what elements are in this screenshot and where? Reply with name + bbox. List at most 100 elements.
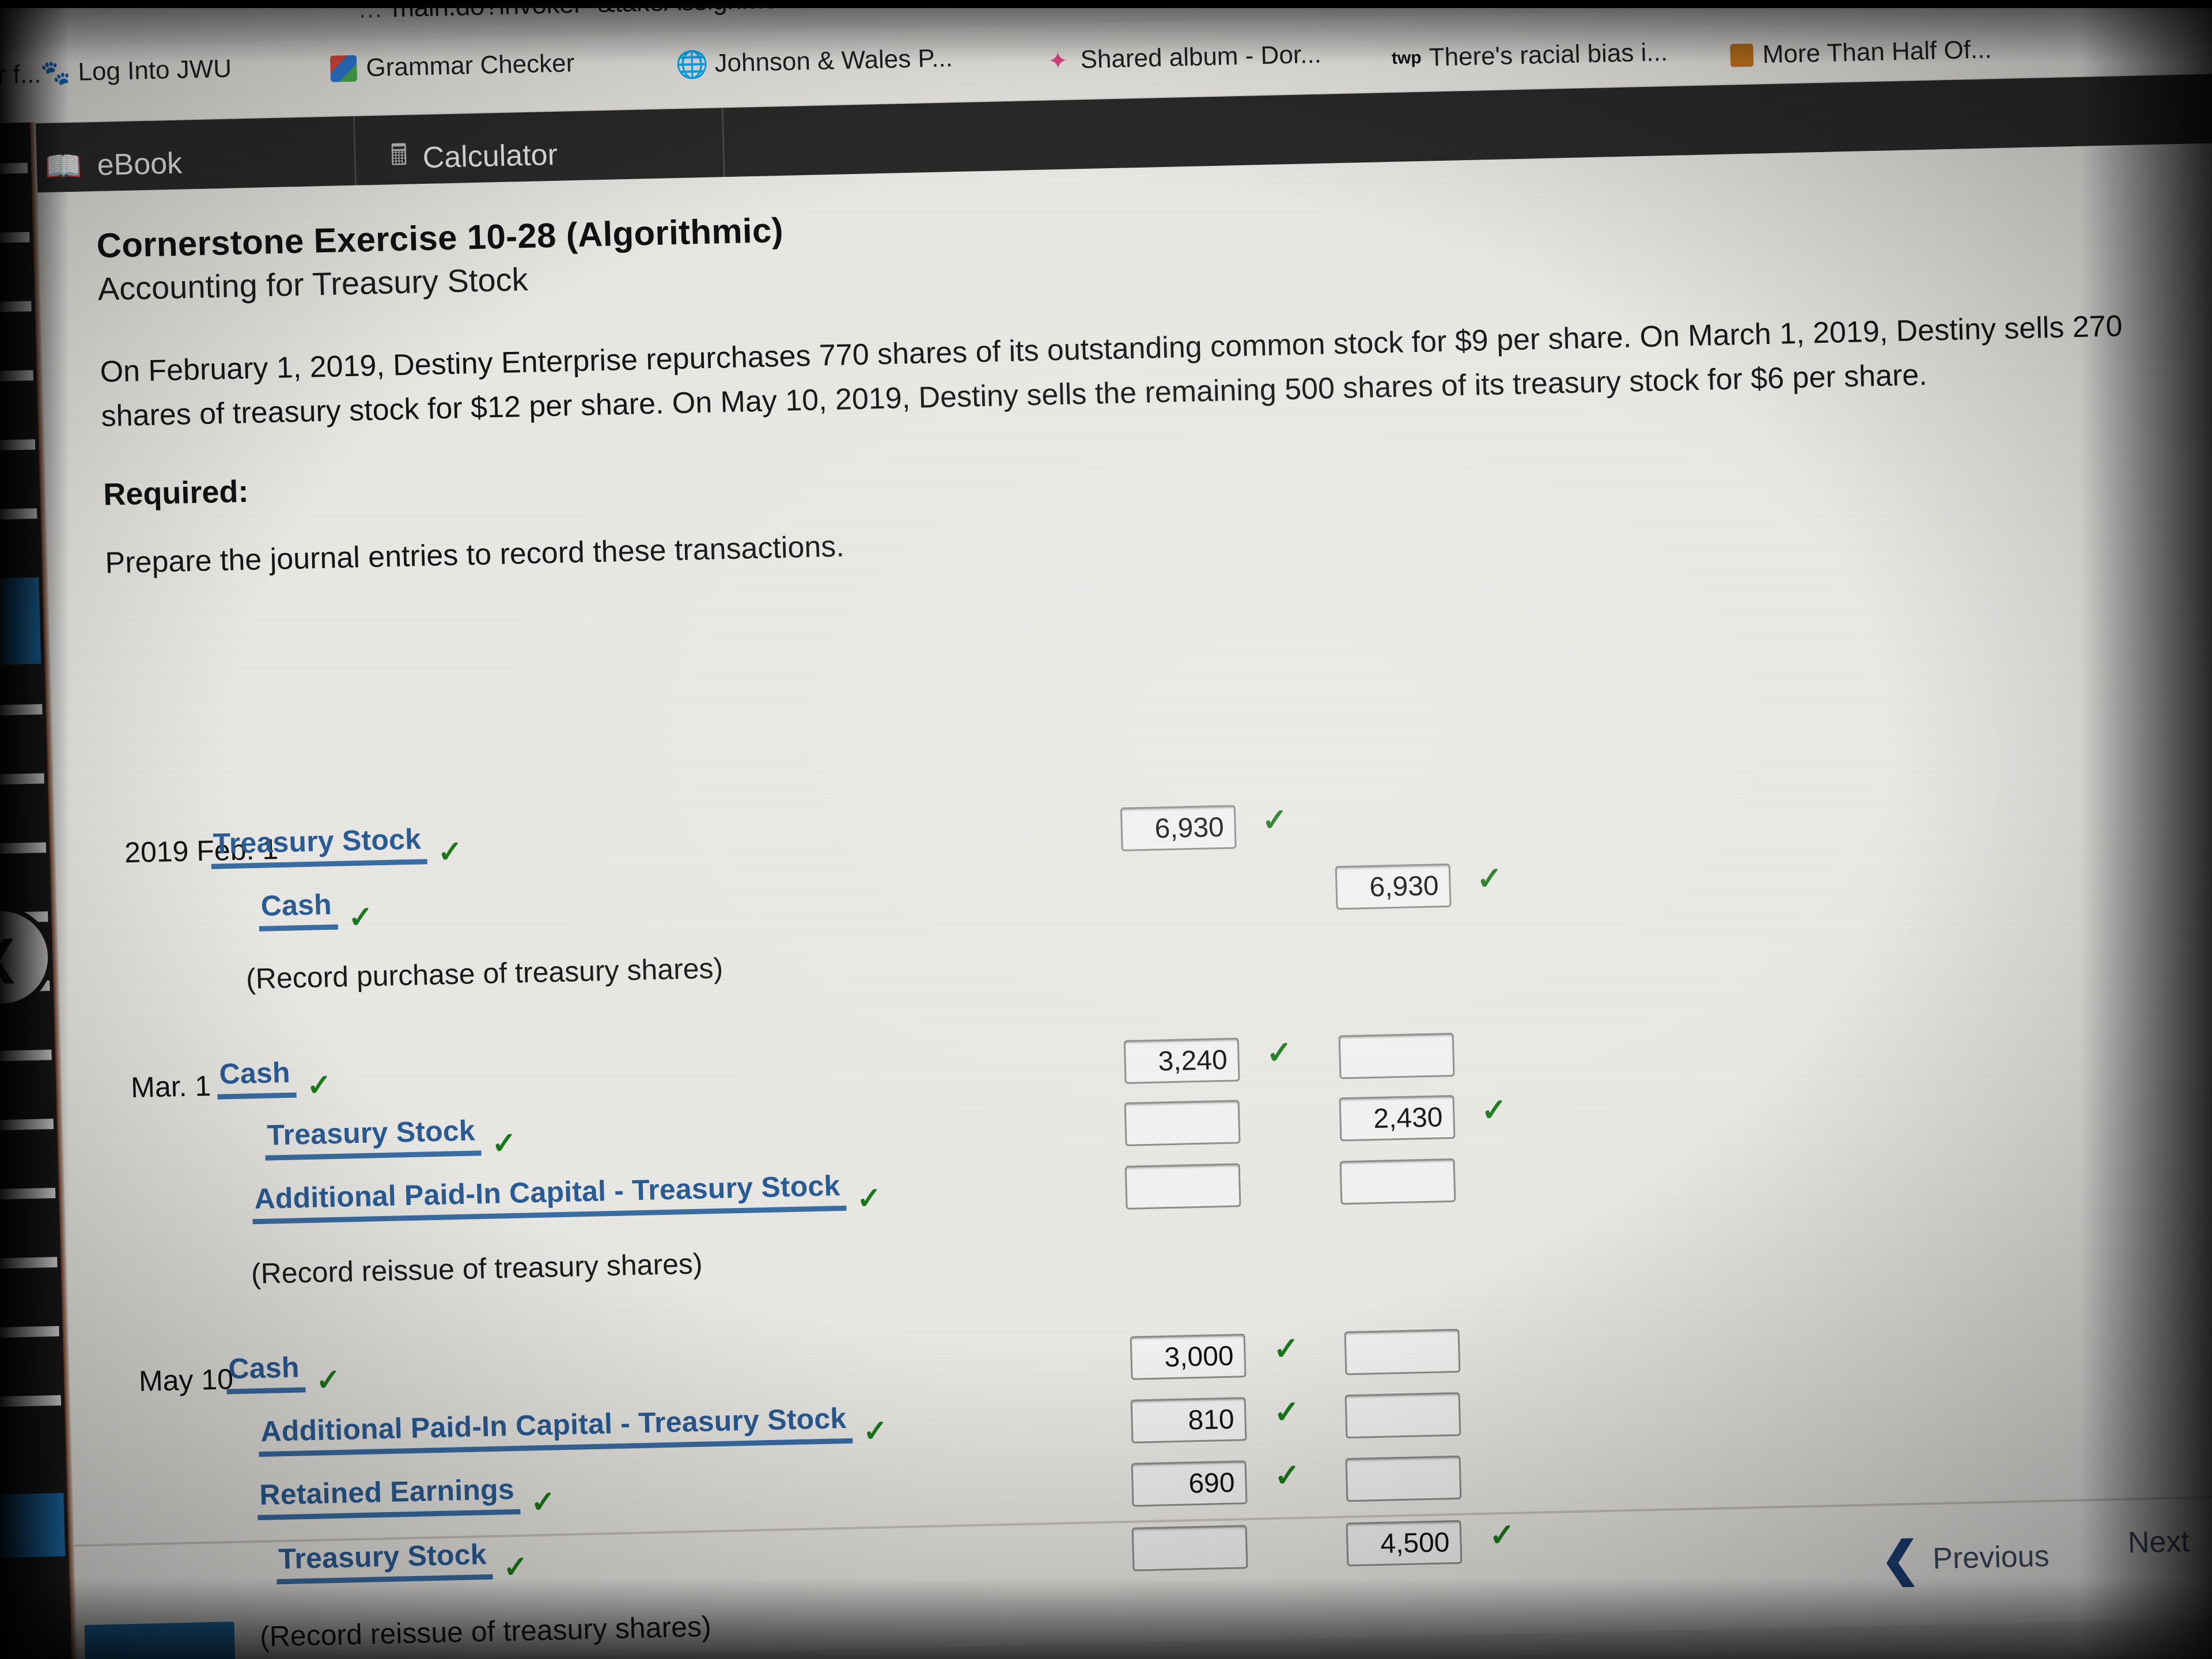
bookmark-label: Grammar Checker	[365, 49, 575, 82]
debit-correct-check-icon: ✓	[1273, 1395, 1301, 1430]
debit-value: 3,240	[1157, 1044, 1228, 1077]
account-select-treasury-stock[interactable]: Treasury Stock	[275, 1537, 493, 1585]
problem-statement: On February 1, 2019, Destiny Enterprise …	[99, 309, 2123, 433]
exercise-header: Cornerstone Exercise 10-28 (Algorithmic)…	[96, 177, 2212, 581]
account-name: Additional Paid-In Capital - Treasury St…	[260, 1402, 847, 1448]
entry-date: May 10	[138, 1363, 234, 1397]
book-icon: 📖	[44, 149, 83, 184]
debit-value: 3,000	[1164, 1340, 1234, 1373]
account-select-cash[interactable]: Cash	[257, 887, 339, 931]
bookmark-item-0[interactable]: r f...	[0, 60, 41, 90]
debit-amount-input[interactable]: 810	[1130, 1397, 1247, 1444]
rail-row-active[interactable]	[0, 1493, 66, 1558]
submit-button[interactable]	[84, 1622, 236, 1659]
paw-print-icon: 🐾	[40, 58, 71, 86]
journal-line-account[interactable]: Cash ✓	[225, 1350, 342, 1398]
bookmark-item-johnson-wales[interactable]: 🌐 Johnson & Wales P...	[675, 44, 953, 79]
rail-row[interactable]	[0, 773, 44, 785]
rail-row[interactable]	[0, 1256, 58, 1269]
debit-correct-check-icon: ✓	[1266, 1035, 1293, 1071]
rail-row[interactable]	[0, 508, 37, 521]
account-select-retained-earnings[interactable]: Retained Earnings	[256, 1472, 521, 1521]
account-name: Retained Earnings	[259, 1473, 515, 1512]
account-select-treasury-stock[interactable]: Treasury Stock	[264, 1113, 482, 1161]
credit-value: 4,500	[1380, 1527, 1450, 1559]
rail-row[interactable]	[0, 439, 36, 452]
journal-line-account[interactable]: Additional Paid-In Capital - Treasury St…	[251, 1168, 882, 1225]
bookmark-item-racial-bias[interactable]: twp There's racial bias i...	[1391, 38, 1668, 73]
credit-amount-input[interactable]	[1338, 1032, 1455, 1080]
account-name: Treasury Stock	[213, 823, 422, 860]
account-name: Treasury Stock	[278, 1538, 487, 1575]
debit-amount-input[interactable]: 3,000	[1130, 1334, 1247, 1380]
journal-entry-group: 2019 Feb. 1 Treasury Stock ✓ 6,930 ✓ Cas…	[124, 781, 2212, 995]
bookmark-label: More Than Half Of...	[1762, 35, 1993, 69]
account-select-apic-treasury-stock[interactable]: Additional Paid-In Capital - Treasury St…	[257, 1401, 853, 1457]
credit-amount-input[interactable]: 6,930	[1335, 863, 1452, 910]
correct-check-icon: ✓	[491, 1127, 517, 1161]
journal-line-account[interactable]: Retained Earnings ✓	[256, 1471, 556, 1521]
bookmark-item-shared-album[interactable]: ✦ Shared album - Dor...	[1044, 40, 1321, 75]
photos-icon: ✦	[1047, 47, 1069, 74]
rail-row-active[interactable]	[0, 577, 41, 666]
rail-row[interactable]	[0, 1325, 59, 1338]
rail-row[interactable]	[0, 1395, 62, 1407]
account-select-apic-treasury-stock[interactable]: Additional Paid-In Capital - Treasury St…	[251, 1168, 847, 1225]
monitor-screen: … main.do?invoker=&takeAssignmentSession…	[0, 0, 2212, 1659]
toolbar-tab-label: Calculator	[422, 138, 558, 175]
bookmark-item-grammar-checker[interactable]: Grammar Checker	[329, 49, 575, 84]
entry-date: Mar. 1	[130, 1069, 211, 1104]
debit-amount-input[interactable]: 690	[1131, 1460, 1248, 1507]
credit-amount-input[interactable]: 4,500	[1346, 1520, 1463, 1567]
account-name: Cash	[218, 1056, 291, 1090]
rail-row[interactable]	[0, 162, 28, 175]
required-label: Required:	[103, 474, 249, 512]
rail-row[interactable]	[0, 301, 32, 313]
journal-line-account[interactable]: Cash ✓	[257, 887, 374, 935]
bookmark-item-more-than-half[interactable]: More Than Half Of...	[1730, 35, 1992, 70]
rail-row[interactable]	[0, 704, 43, 717]
account-name: Treasury Stock	[266, 1114, 476, 1152]
account-name: Cash	[228, 1351, 300, 1385]
debit-amount-input[interactable]	[1124, 1163, 1241, 1210]
credit-amount-input[interactable]	[1345, 1455, 1462, 1502]
previous-button[interactable]: ❮ Previous	[1880, 1529, 2050, 1588]
rail-row[interactable]	[0, 370, 33, 382]
bookmark-label: There's racial bias i...	[1429, 38, 1668, 72]
debit-amount-input[interactable]: 3,240	[1123, 1037, 1240, 1084]
next-button[interactable]: Next	[2127, 1524, 2190, 1560]
credit-amount-input[interactable]	[1344, 1328, 1461, 1376]
credit-correct-check-icon: ✓	[1480, 1092, 1508, 1128]
credit-value: 2,430	[1373, 1101, 1444, 1134]
assignment-page: Cornerstone Exercise 10-28 (Algorithmic)…	[37, 142, 2212, 1659]
account-name: Additional Paid-In Capital - Treasury St…	[253, 1169, 841, 1215]
rail-row[interactable]	[0, 1187, 56, 1200]
journal-line-account[interactable]: Treasury Stock ✓	[264, 1113, 517, 1161]
credit-amount-input[interactable]: 2,430	[1339, 1094, 1456, 1142]
rail-row[interactable]	[0, 842, 47, 854]
credit-value: 6,930	[1369, 870, 1440, 903]
journal-line-account[interactable]: Cash ✓	[216, 1055, 332, 1103]
rail-row[interactable]	[0, 232, 30, 244]
journal-line-account[interactable]: Treasury Stock ✓	[275, 1537, 529, 1585]
credit-amount-input[interactable]	[1344, 1392, 1461, 1439]
credit-amount-input[interactable]	[1339, 1158, 1456, 1205]
account-select-cash[interactable]: Cash	[225, 1350, 306, 1395]
rail-row[interactable]	[0, 1119, 54, 1131]
debit-amount-input[interactable]	[1124, 1100, 1241, 1146]
correct-check-icon: ✓	[315, 1363, 342, 1398]
account-select-cash[interactable]: Cash	[216, 1055, 297, 1100]
journal-line-account[interactable]: Additional Paid-In Capital - Treasury St…	[257, 1400, 889, 1457]
correct-check-icon: ✓	[862, 1414, 889, 1449]
rail-row[interactable]	[0, 1050, 52, 1062]
debit-correct-check-icon: ✓	[1272, 1331, 1300, 1367]
credit-correct-check-icon: ✓	[1476, 861, 1503, 896]
debit-amount-input[interactable]	[1131, 1525, 1248, 1571]
bookmark-item-log-into-jwu[interactable]: 🐾 Log Into JWU	[40, 54, 232, 88]
journal-line-account[interactable]: Treasury Stock ✓	[210, 821, 463, 869]
twp-icon: twp	[1391, 48, 1422, 68]
debit-amount-input[interactable]: 6,930	[1120, 805, 1237, 851]
debit-value: 810	[1187, 1404, 1235, 1435]
bookmark-label: Log Into JWU	[77, 54, 232, 86]
account-select-treasury-stock[interactable]: Treasury Stock	[210, 822, 428, 869]
